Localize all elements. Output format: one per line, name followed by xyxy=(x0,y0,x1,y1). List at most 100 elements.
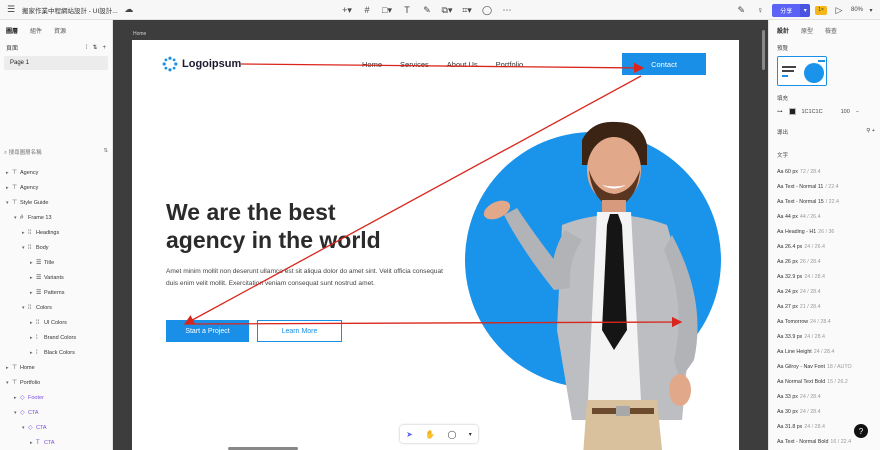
layer-item[interactable]: ▸ ⊤ Agency xyxy=(0,180,113,195)
text-style-item[interactable]: Aa 60 px 72 / 28.4 xyxy=(777,164,877,179)
text-style-item[interactable]: Aa Heading - H1 26 / 36 xyxy=(777,224,877,239)
export-settings-icon[interactable]: ⚲ xyxy=(866,128,870,134)
share-dropdown-icon[interactable]: ▾ xyxy=(800,3,811,17)
document-title[interactable]: 搬家作業中程網站設計 - UI設計... xyxy=(22,5,118,15)
layer-item[interactable]: ▸ ☰ Patterns xyxy=(0,285,113,300)
fill-opacity[interactable]: 100 xyxy=(841,109,850,115)
user-badge[interactable]: 1× xyxy=(815,5,827,15)
layer-item[interactable]: ▸ ⁞⁞ Headings xyxy=(0,225,113,240)
layer-type-icon: ⊤ xyxy=(12,185,18,191)
layer-item[interactable]: ▾ ◇ CTA xyxy=(0,405,113,420)
text-style-item[interactable]: Aa Text - Normal 15/ 22.4 xyxy=(777,194,877,209)
tab-assets[interactable]: 資源 xyxy=(54,26,66,35)
magic-icon[interactable]: ✎ xyxy=(734,2,748,18)
mask-tool-icon[interactable]: ◯ xyxy=(480,2,494,18)
fill-swatch[interactable] xyxy=(788,108,796,115)
share-button[interactable]: 分享 xyxy=(772,3,801,17)
layer-item[interactable]: ▸ ◇ Footer xyxy=(0,390,113,405)
layer-search[interactable]: ⌕ 搜尋圖層名稱 ⇅ xyxy=(4,148,108,157)
text-style-item[interactable]: Aa 26 px 26 / 28.4 xyxy=(777,254,877,269)
layer-item[interactable]: ▸ ⁞ Brand Colors xyxy=(0,330,113,345)
layer-type-icon: ⊤ xyxy=(12,380,18,386)
play-icon[interactable]: ▷ xyxy=(832,2,846,18)
frame-thumbnail[interactable] xyxy=(777,56,827,86)
text-style-item[interactable]: Aa 33.9 px 24 / 28.4 xyxy=(777,329,877,344)
text-tool-icon[interactable]: T xyxy=(400,2,414,18)
text-style-item[interactable]: Aa 30 px 24 / 28.4 xyxy=(777,404,877,419)
frame-tool-icon[interactable]: # xyxy=(360,2,374,18)
rectangle-tool-icon[interactable]: □▾ xyxy=(380,2,394,18)
visibility-icon[interactable]: ⊶ xyxy=(777,109,783,115)
text-style-item[interactable]: Aa 32.9 px 24 / 28.4 xyxy=(777,269,877,284)
left-tabs: 圖層 組件 資源 xyxy=(0,20,112,35)
layer-item[interactable]: ▾ ◇ CTA xyxy=(0,420,113,435)
add-page-icon[interactable]: + xyxy=(102,45,106,51)
text-style-item[interactable]: Aa Line Height 24 / 28.4 xyxy=(777,344,877,359)
tab-inspect[interactable]: 檢查 xyxy=(825,26,837,35)
layer-type-icon: ◇ xyxy=(20,395,25,401)
text-style-item[interactable]: Aa Tomorrow 24 / 28.4 xyxy=(777,314,877,329)
layer-item[interactable]: ▾ ⁞⁞ Body xyxy=(0,240,113,255)
fill-row[interactable]: ⊶ 1C1C1C 100 − xyxy=(777,108,859,115)
text-style-name: Aa 44 px xyxy=(777,213,798,220)
zoom-select[interactable]: 80% xyxy=(851,7,863,13)
add-export-icon[interactable]: + xyxy=(872,128,875,134)
more-tools-icon[interactable]: ⋯ xyxy=(500,2,514,18)
text-style-name: Aa 31.8 px xyxy=(777,423,803,430)
tab-components[interactable]: 組件 xyxy=(30,26,42,35)
bulb-icon[interactable]: ♀ xyxy=(753,2,767,18)
vertical-scrollbar[interactable] xyxy=(762,30,765,70)
text-style-name: Aa 33.9 px xyxy=(777,333,803,340)
tab-layers[interactable]: 圖層 xyxy=(6,26,18,35)
text-style-name: Aa 32.9 px xyxy=(777,273,803,280)
text-style-item[interactable]: Aa 24 px 24 / 28.4 xyxy=(777,284,877,299)
split-icon[interactable]: ⁞ xyxy=(86,45,88,51)
export-label: 導出 xyxy=(777,130,789,136)
layer-item[interactable]: ▸ ☰ Title xyxy=(0,255,113,270)
fill-hex[interactable]: 1C1C1C xyxy=(802,109,823,115)
right-panel: 設計 原型 檢查 預覽 填充 ⊶ 1C1C1C 100 − 導出 ⚲ + 文字 … xyxy=(768,20,880,450)
text-style-item[interactable]: Aa 33 px 24 / 28.4 xyxy=(777,389,877,404)
text-style-name: Aa Text - Normal 11 xyxy=(777,183,824,190)
text-style-item[interactable]: Aa Normal Text Bold 15 / 26.2 xyxy=(777,374,877,389)
chevron-down-icon[interactable]: ▾ xyxy=(469,431,472,438)
layer-item[interactable]: ▸ ⊤ Home xyxy=(0,360,113,375)
layer-item[interactable]: ▸ ☰ Variants xyxy=(0,270,113,285)
remove-fill-icon[interactable]: − xyxy=(856,109,859,115)
canvas[interactable]: Home Logoipsum Home Services About Us Po… xyxy=(113,20,768,450)
text-style-spec: 15 / 26.2 xyxy=(827,378,848,385)
chevron-down-icon[interactable]: ▾ xyxy=(868,2,874,18)
text-style-item[interactable]: Aa 26.4 px 24 / 26.4 xyxy=(777,239,877,254)
tab-design[interactable]: 設計 xyxy=(777,26,789,35)
add-icon[interactable]: +▾ xyxy=(340,2,354,18)
layer-item[interactable]: ▾ ⊤ Portfolio xyxy=(0,375,113,390)
hand-icon[interactable]: ✋ xyxy=(425,430,435,439)
crop-tool-icon[interactable]: ⌗▾ xyxy=(460,2,474,18)
comment-icon[interactable]: ◯ xyxy=(447,430,456,439)
search-input[interactable]: 搜尋圖層名稱 xyxy=(9,150,42,156)
text-style-spec: 72 / 28.4 xyxy=(799,168,821,175)
layer-item[interactable]: ▸ ⊤ Agency xyxy=(0,165,113,180)
layer-item[interactable]: ▾ ⁞⁞ Colors xyxy=(0,300,113,315)
layer-item[interactable]: ▾ # Frame 13 xyxy=(0,210,113,225)
layer-item[interactable]: ▾ ⊤ Style Guide xyxy=(0,195,113,210)
layer-item[interactable]: ▸ ⁞ Black Colors xyxy=(0,345,113,360)
tab-prototype[interactable]: 原型 xyxy=(801,26,813,35)
filter-icon[interactable]: ⇅ xyxy=(103,148,108,157)
layer-tree: ▸ ⊤ Agency ▸ ⊤ Agency ▾ ⊤ Style Guide ▾ # Frame 13 ▸… xyxy=(0,165,113,450)
component-tool-icon[interactable]: ⧉▾ xyxy=(440,2,454,18)
layer-type-icon: ⁞⁞ xyxy=(28,304,32,311)
help-button[interactable]: ? xyxy=(854,424,868,438)
menu-icon[interactable]: ☰ xyxy=(4,2,18,18)
text-style-item[interactable]: Aa Gilroy - Nav Font 18 / AUTO xyxy=(777,359,877,374)
text-style-spec: 24 / 28.4 xyxy=(799,288,821,295)
text-style-item[interactable]: Aa 44 px 44 / 26.4 xyxy=(777,209,877,224)
layer-item[interactable]: ▸ ⁞⁞ UI Colors xyxy=(0,315,113,330)
sort-icon[interactable]: ⇅ xyxy=(92,45,97,51)
pointer-icon[interactable]: ➤ xyxy=(406,430,413,439)
pen-tool-icon[interactable]: ✎ xyxy=(420,2,434,18)
text-style-item[interactable]: Aa 27 px 21 / 28.4 xyxy=(777,299,877,314)
layer-item[interactable]: ▸ T CTA xyxy=(0,435,113,450)
page-item[interactable]: Page 1 xyxy=(4,56,108,70)
text-style-item[interactable]: Aa Text - Normal 11/ 22.4 xyxy=(777,179,877,194)
